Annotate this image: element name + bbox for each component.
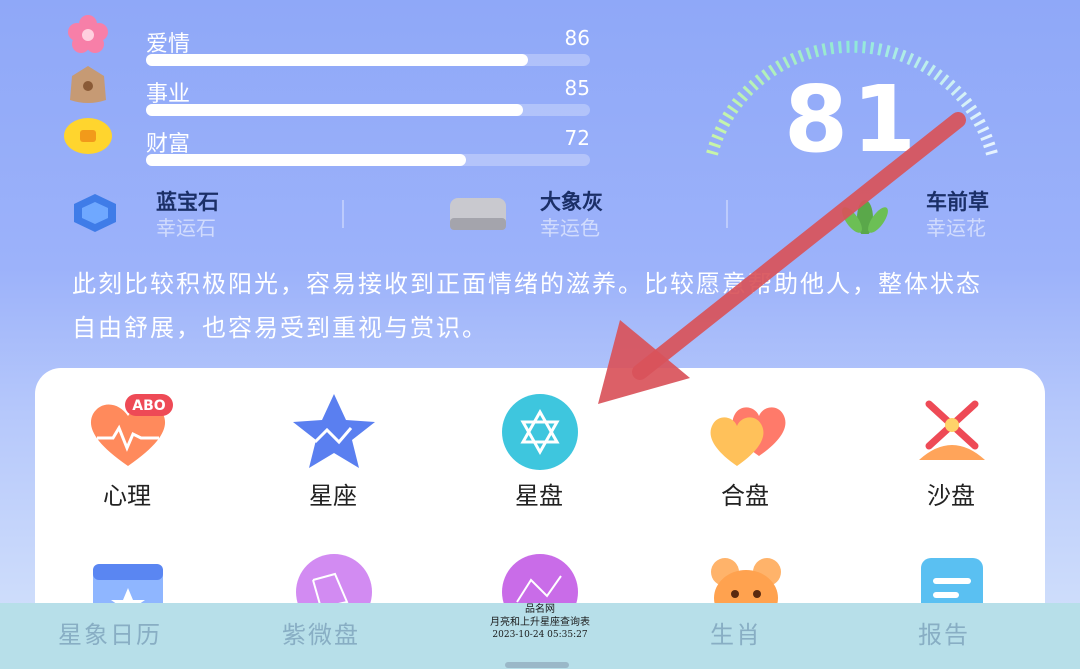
fortune-description: 此刻比较积极阳光，容易接收到正面情绪的滋养。比较愿意帮助他人，整体状态自由舒展，… — [72, 270, 982, 342]
fortune-stats: 爱情 86 事业 85 财富 72 — [0, 0, 620, 170]
flower-icon — [68, 15, 108, 53]
watermark: 品名网 月亮和上升星座查询表 2023-10-24 05:35:27 — [440, 603, 640, 642]
windmill-icon — [919, 400, 985, 460]
stat-row-career: 事业 85 — [60, 62, 600, 116]
nav-item-ziwei[interactable]: 紫微盘 — [282, 615, 360, 650]
nav-item-calendar[interactable]: 星象日历 — [58, 615, 162, 650]
star-icon — [293, 394, 375, 468]
home-indicator — [505, 662, 569, 668]
lucky-stone: 蓝宝石 幸运石 — [64, 180, 264, 240]
stat-value: 85 — [564, 76, 590, 100]
sapphire-icon — [74, 194, 116, 232]
feature-synastry[interactable]: 合盘 — [655, 368, 835, 510]
lucky-sub: 幸运花 — [926, 216, 986, 240]
lucky-color: 大象灰 幸运色 — [446, 180, 646, 240]
feature-psychology[interactable]: ABO 心理 — [37, 368, 217, 510]
watermark-site: 品名网 — [525, 604, 555, 615]
star-of-david-icon — [502, 394, 578, 470]
stat-row-love: 爱情 86 — [60, 12, 600, 66]
feature-label: 合盘 — [721, 482, 769, 510]
color-swatch-icon — [450, 198, 506, 230]
watermark-title: 月亮和上升星座查询表 — [490, 617, 590, 628]
feature-label: 星座 — [309, 482, 357, 510]
bottom-nav: 星象日历 紫微盘 生肖 报告 品名网 月亮和上升星座查询表 2023-10-24… — [0, 603, 1080, 669]
coin-icon — [64, 118, 112, 154]
stat-row-wealth: 财富 72 — [60, 112, 600, 166]
nav-item-zodiac[interactable]: 生肖 — [710, 615, 762, 650]
stat-bar — [146, 154, 590, 166]
lucky-sub: 幸运色 — [540, 216, 600, 240]
feature-label: 沙盘 — [927, 482, 975, 510]
plant-icon — [842, 200, 888, 234]
watermark-timestamp: 2023-10-24 05:35:27 — [492, 630, 588, 640]
stat-bar-fill — [146, 154, 466, 166]
abo-badge: ABO — [132, 398, 166, 414]
feature-label: 心理 — [103, 482, 151, 510]
lucky-flower: 车前草 幸运花 — [834, 180, 1034, 240]
stat-value: 72 — [564, 126, 590, 150]
divider — [726, 200, 728, 228]
heart-abo-icon: ABO — [90, 394, 173, 466]
briefcase-icon — [70, 66, 106, 103]
stat-value: 86 — [564, 26, 590, 50]
feature-natal-chart[interactable]: 星盘 — [449, 368, 629, 510]
score-value: 81 — [783, 66, 921, 173]
feature-card: ABO 心理 星座 星盘 合盘 沙盘 — [35, 368, 1045, 630]
lucky-sub: 幸运石 — [156, 216, 216, 240]
double-heart-icon — [710, 407, 786, 466]
lucky-items: 蓝宝石 幸运石 大象灰 幸运色 车前草 幸运花 — [0, 180, 1080, 250]
feature-sandplay[interactable]: 沙盘 — [861, 368, 1041, 510]
score-gauge: 81 — [692, 24, 1012, 174]
feature-label: 星盘 — [515, 482, 563, 510]
divider — [342, 200, 344, 228]
feature-zodiac[interactable]: 星座 — [243, 368, 423, 510]
nav-item-report[interactable]: 报告 — [918, 615, 970, 650]
